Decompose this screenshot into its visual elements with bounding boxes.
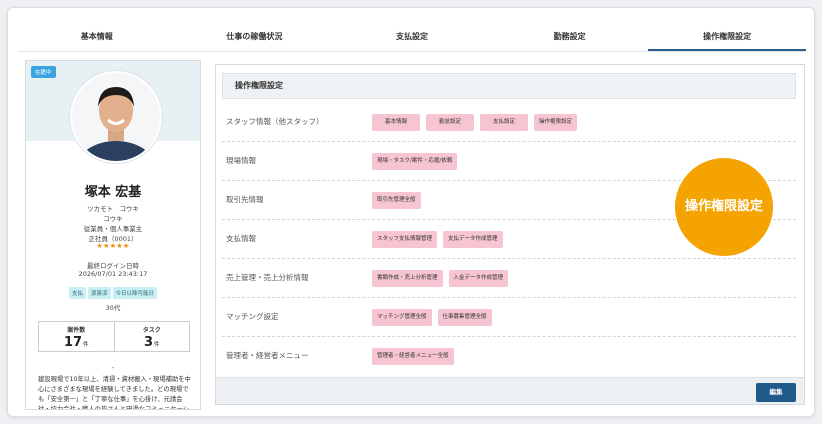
permission-chip[interactable]: 支払設定 [480, 114, 528, 131]
panel-title: 操作権限設定 [222, 73, 796, 99]
permission-chip[interactable]: 現場・タスク/案件・応援/依頼 [372, 153, 458, 170]
tab-payment-settings[interactable]: 支払設定 [333, 22, 491, 51]
stat-tasks-label: タスク [142, 327, 161, 334]
last-login-label: 最終ログイン日時 [87, 262, 139, 270]
permission-chip[interactable]: マッチング管理全般 [372, 309, 432, 326]
stat-projects-value: 17 [63, 335, 83, 350]
stat-projects-label: 案件数 [67, 327, 86, 334]
panel-footer: 編集 [216, 377, 804, 404]
staff-name: 塚本 宏基 [84, 185, 142, 200]
permission-row-label: 売上管理・売上分析情報 [226, 273, 309, 282]
stat-tasks-value: 3 [143, 335, 154, 350]
app-window: 基本情報 仕事の稼働状況 支払設定 勤務設定 操作権限設定 在籍中 塚本 宏基 … [7, 7, 815, 417]
staff-bio: 建設現場で10年以上、清掃・資材搬入・現場補助を中心にさまざまな現場を経験してき… [38, 376, 191, 410]
tab-basic-info[interactable]: 基本情報 [18, 22, 176, 51]
permission-row: スタッフ情報（他スタッフ） 基本情報 勤怠設定 支払設定 操作権限設定 [222, 103, 796, 142]
tag-payment: 支払 [68, 287, 86, 299]
permission-row: 売上管理・売上分析情報 書類作成・売上分析管理 入金データ作成管理 [222, 259, 796, 298]
permission-row-label: 支払情報 [226, 234, 256, 243]
profile-card: 在籍中 塚本 宏基 ツカモト コウキ コウキ 従業員・個人事業主 正社員（000… [25, 60, 201, 410]
status-badge: 在籍中 [31, 66, 56, 78]
stats-box: 案件数 17件 タスク 3件 [38, 321, 190, 352]
staff-tags: 支払 源泉済 今日以降可能日 [26, 287, 200, 299]
employment-type: 従業員・個人事業主 [83, 225, 143, 233]
permission-row-label: 取引先情報 [226, 195, 264, 204]
permission-row-label: スタッフ情報（他スタッフ） [226, 117, 324, 126]
feature-highlight-badge: 操作権限設定 [675, 158, 773, 256]
permission-row-label: マッチング設定 [226, 312, 279, 321]
stat-tasks-unit: 件 [154, 342, 160, 348]
tab-work-status[interactable]: 仕事の稼働状況 [176, 22, 334, 51]
permission-chip[interactable]: 取引先管理全般 [372, 192, 421, 209]
tab-permission-settings[interactable]: 操作権限設定 [648, 22, 806, 51]
staff-furigana: ツカモト コウキ [87, 205, 139, 213]
tag-available: 今日以降可能日 [112, 287, 158, 299]
permission-row-label: 管理者・経営者メニュー [226, 351, 309, 360]
edit-button[interactable]: 編集 [756, 383, 796, 402]
stat-projects-unit: 件 [83, 342, 89, 348]
tab-attendance-settings[interactable]: 勤務設定 [491, 22, 649, 51]
person-photo-icon [72, 73, 160, 161]
avatar [70, 71, 162, 163]
permission-chip[interactable]: 勤怠設定 [426, 114, 474, 131]
tag-withholding: 源泉済 [87, 287, 111, 299]
permission-row: マッチング設定 マッチング管理全般 仕事募集管理全般 [222, 298, 796, 337]
permission-chip[interactable]: 支払データ作成管理 [443, 231, 503, 248]
tab-bar: 基本情報 仕事の稼働状況 支払設定 勤務設定 操作権限設定 [18, 22, 806, 52]
rating-stars: ★★★★★ [96, 242, 130, 250]
permission-row: 管理者・経営者メニュー 管理者・経営者メニュー全般 [222, 337, 796, 376]
age-group: 30代 [105, 304, 121, 312]
last-login-value: 2026/07/01 23:43:17 [78, 270, 148, 278]
permission-row-label: 現場情報 [226, 156, 256, 165]
stat-projects: 案件数 17件 [39, 322, 114, 351]
permission-chip[interactable]: 操作権限設定 [534, 114, 578, 131]
permission-chip[interactable]: スタッフ支払情報管理 [372, 231, 438, 248]
divider-dash: - [111, 364, 115, 372]
permission-chip[interactable]: 仕事募集管理全般 [437, 309, 492, 326]
permission-chip[interactable]: 入金データ作成管理 [448, 270, 509, 287]
stat-tasks: タスク 3件 [113, 322, 190, 351]
permission-chip[interactable]: 書類作成・売上分析管理 [372, 270, 443, 287]
permission-chip[interactable]: 基本情報 [372, 114, 420, 131]
staff-role: コウキ [103, 215, 123, 223]
permission-chip[interactable]: 管理者・経営者メニュー全般 [372, 348, 454, 365]
